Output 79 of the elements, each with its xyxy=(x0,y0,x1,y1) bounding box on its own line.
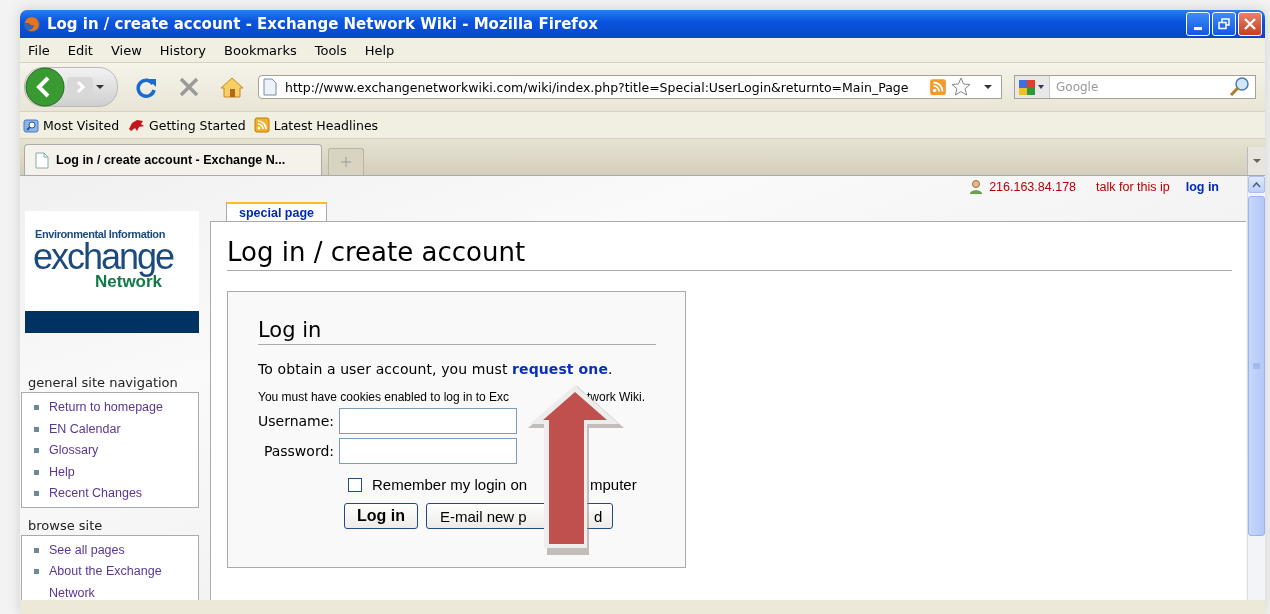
restore-icon xyxy=(1218,18,1230,30)
up-caret-icon xyxy=(1252,181,1261,188)
browser-tab[interactable]: Log in / create account - Exchange N... xyxy=(24,144,322,175)
site-logo: Environmental Information exchange Network xyxy=(25,211,199,311)
globe-fox-icon xyxy=(23,15,41,33)
bookmark-item[interactable]: Latest Headlines xyxy=(253,117,379,133)
menu-item[interactable]: Bookmarks xyxy=(224,42,297,58)
history-dropdown-icon[interactable] xyxy=(95,83,105,91)
sidebar-link[interactable]: Recent Changes xyxy=(49,483,143,505)
grip-icon xyxy=(1253,362,1260,370)
magnifier-folder-icon xyxy=(23,117,39,133)
bullet-icon xyxy=(34,469,39,475)
talk-link[interactable]: talk for this ip xyxy=(1096,180,1170,194)
user-icon xyxy=(969,179,984,195)
star-icon[interactable] xyxy=(951,77,971,97)
menu-item[interactable]: Edit xyxy=(67,42,93,58)
remember-checkbox[interactable] xyxy=(348,477,362,492)
bullet-icon xyxy=(34,448,39,453)
address-field[interactable]: http://www.exchangenetworkwiki.com/wiki/index.php?title=Special:UserLogin&returnto=Main_Page xyxy=(258,75,1002,99)
feed-icon xyxy=(253,117,270,133)
checkbox-label: Remember my login on xyxy=(372,476,528,493)
bullet-icon xyxy=(34,547,39,553)
page-icon xyxy=(263,78,277,96)
close-button[interactable] xyxy=(1238,12,1262,36)
search-engine-icon[interactable] xyxy=(1018,78,1046,96)
username-field[interactable] xyxy=(339,408,517,434)
plus-icon xyxy=(341,157,351,167)
sidebar-link[interactable]: Return to homepage xyxy=(49,397,163,419)
search-icon[interactable] xyxy=(1229,76,1251,98)
page-tab[interactable]: special page xyxy=(226,202,328,221)
field-label: Username: xyxy=(258,413,336,429)
stop-icon[interactable] xyxy=(178,76,200,98)
field-label: Password: xyxy=(262,443,335,459)
tab-list-button[interactable] xyxy=(1247,147,1265,175)
back-button[interactable] xyxy=(25,67,65,107)
reload-icon[interactable] xyxy=(134,75,158,99)
dropdown-icon[interactable] xyxy=(983,83,993,91)
sidebar-link[interactable]: EN Calendar xyxy=(49,418,121,440)
login-link[interactable]: log in xyxy=(1185,180,1219,194)
scrollbar[interactable] xyxy=(1247,176,1265,600)
home-icon[interactable] xyxy=(220,76,244,98)
bullet-icon xyxy=(34,405,39,410)
menu-item[interactable]: View xyxy=(110,42,142,58)
minimize-icon xyxy=(1194,26,1202,30)
bookmark-item[interactable]: Getting Started xyxy=(127,117,246,133)
dinosaur-icon xyxy=(127,117,146,133)
sidebar-link[interactable]: See all pages xyxy=(49,539,125,561)
search-field[interactable]: Google xyxy=(1050,79,1229,95)
sidebar-link[interactable]: About the Exchange Network xyxy=(49,561,194,600)
sidebar-link[interactable]: Help xyxy=(49,461,75,483)
login-button[interactable]: Log in xyxy=(344,503,418,529)
password-field[interactable] xyxy=(339,438,517,464)
menu-item[interactable]: Help xyxy=(364,42,395,58)
page-title: Log in / create account xyxy=(227,237,526,267)
search-bar[interactable]: Google xyxy=(1014,75,1256,99)
bullet-icon xyxy=(34,426,39,432)
section-heading: Log in xyxy=(258,318,322,342)
account-notice: To obtain a user account, you must request one. xyxy=(258,361,614,377)
menu-item[interactable]: File xyxy=(28,42,50,58)
bullet-icon xyxy=(34,569,39,574)
scroll-up-button[interactable] xyxy=(1248,176,1265,193)
checkbox-label: mputer xyxy=(590,476,637,493)
user-ip-link[interactable]: 216.163.84.178 xyxy=(989,180,1077,194)
bullet-icon xyxy=(34,491,39,496)
page-icon xyxy=(35,151,49,169)
sidebar-link[interactable]: Glossary xyxy=(49,440,99,462)
menu-item[interactable]: History xyxy=(159,42,207,58)
request-account-link[interactable]: request one xyxy=(512,361,608,377)
caret-icon xyxy=(1252,158,1261,164)
close-icon xyxy=(1244,18,1256,30)
bookmark-item[interactable]: Most Visited xyxy=(23,117,120,133)
menu-item[interactable]: Tools xyxy=(314,42,347,58)
window-title: Log in / create account - Exchange Network Wiki - Mozilla Firefox xyxy=(47,15,599,33)
portlet-heading: general site navigation xyxy=(28,375,179,390)
scrollbar-thumb[interactable] xyxy=(1248,196,1265,536)
restore-button[interactable] xyxy=(1212,12,1236,36)
cookie-notice: You must have cookies enabled to log in to Exc xyxy=(258,390,510,404)
minimize-button[interactable] xyxy=(1186,12,1210,36)
portlet-heading: browse site xyxy=(28,517,104,533)
